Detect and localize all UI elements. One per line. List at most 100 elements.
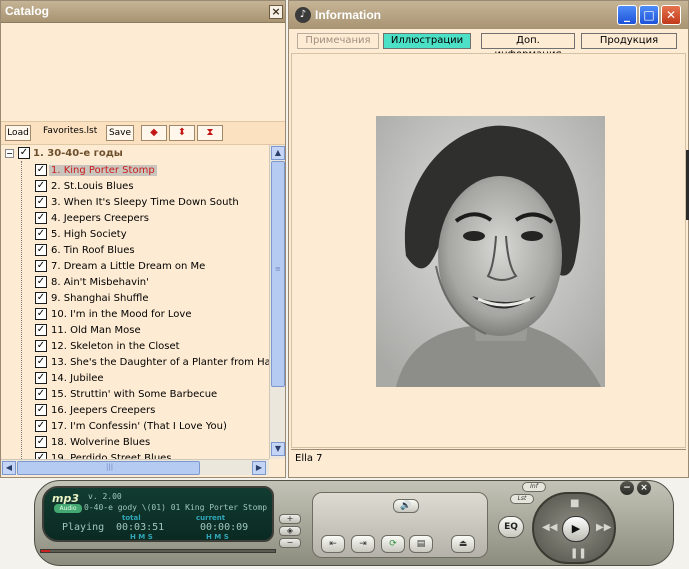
playlist-item[interactable]: ✓ 5. High Society <box>35 227 129 243</box>
current-time: 00:00:09 <box>200 522 249 533</box>
checkbox-icon[interactable]: ✓ <box>35 164 47 176</box>
playlist-item[interactable]: ✓ 8. Ain't Misbehavin' <box>35 275 151 291</box>
checkbox-icon[interactable]: ✓ <box>35 324 47 336</box>
player-minimize-icon[interactable]: − <box>620 481 634 495</box>
prev-icon[interactable]: ⇤ <box>321 535 345 553</box>
horizontal-scrollbar[interactable]: ◀ ||| ▶ <box>1 459 269 475</box>
checkbox-icon[interactable]: ✓ <box>35 452 47 459</box>
inf-button[interactable]: Inf <box>522 482 546 492</box>
eq-button[interactable]: EQ <box>498 516 524 538</box>
move-vertical-icon[interactable]: ⬍ <box>169 125 195 141</box>
checkbox-icon[interactable]: ✓ <box>35 420 47 432</box>
checkbox-icon[interactable]: ✓ <box>35 260 47 272</box>
scroll-up-icon[interactable]: ▲ <box>271 146 285 160</box>
playlist-item[interactable]: ✓ 18. Wolverine Blues <box>35 435 152 451</box>
playlist-item[interactable]: ✓ 6. Tin Roof Blues <box>35 243 137 259</box>
playlist-item[interactable]: ✓ 16. Jeepers Creepers <box>35 403 157 419</box>
info-tabs: Примечания Иллюстрации Доп. информация П… <box>295 33 684 60</box>
checkbox-icon[interactable]: ✓ <box>35 228 47 240</box>
save-button[interactable]: Save <box>106 125 134 141</box>
checkbox-icon[interactable]: ✓ <box>35 436 47 448</box>
playlist-item-label: 14. Jubilee <box>51 373 104 384</box>
tab-illustrations[interactable]: Иллюстрации <box>383 33 471 49</box>
speaker-icon[interactable]: 🔊 <box>393 499 419 513</box>
transport-dial: ■ ◀◀ ▶▶ ❚❚ ▶ <box>532 492 616 564</box>
repeat-icon[interactable]: ⟳ <box>381 535 405 553</box>
playlist-item[interactable]: ✓ 17. I'm Confessin' (That I Love You) <box>35 419 229 435</box>
rewind-icon[interactable]: ◀◀ <box>542 522 557 533</box>
total-time: 00:03:51 <box>116 522 165 533</box>
playlist-item[interactable]: ✓ 2. St.Louis Blues <box>35 179 136 195</box>
tab-products[interactable]: Продукция <box>581 33 677 49</box>
playlist-item[interactable]: ✓ 12. Skeleton in the Closet <box>35 339 182 355</box>
checkbox-icon[interactable]: ✓ <box>18 147 30 159</box>
volume-down-icon[interactable]: − <box>279 538 301 548</box>
total-hms: H M S <box>130 533 153 541</box>
vertical-scrollbar[interactable]: ▲ ≡ ▼ <box>269 145 285 459</box>
catalog-titlebar[interactable]: Catalog × <box>1 1 285 23</box>
volume-up-icon[interactable]: + <box>279 514 301 524</box>
tab-notes[interactable]: Примечания <box>297 33 379 49</box>
scroll-left-icon[interactable]: ◀ <box>2 461 16 475</box>
seek-bar[interactable] <box>40 549 276 553</box>
total-label: total <box>122 514 141 522</box>
checkbox-icon[interactable]: ✓ <box>35 308 47 320</box>
checkbox-icon[interactable]: ✓ <box>35 340 47 352</box>
checkbox-icon[interactable]: ✓ <box>35 196 47 208</box>
playlist-item-label: 6. Tin Roof Blues <box>51 245 135 256</box>
playlist-item[interactable]: ✓ 1. King Porter Stomp <box>35 163 157 179</box>
minimize-icon[interactable]: _ <box>617 5 637 25</box>
collapse-icon[interactable]: ⧗ <box>197 125 223 141</box>
scroll-right-icon[interactable]: ▶ <box>252 461 266 475</box>
track-title: 0-40-e gody \(01) 01 King Porter Stomp <box>84 503 268 512</box>
control-panel: 🔊 ⇤ ⇥ ⟳ ▤ ⏏ <box>312 492 488 558</box>
play-icon[interactable]: ▶ <box>562 516 590 542</box>
playlist-item-label: 12. Skeleton in the Closet <box>51 341 180 352</box>
checkbox-icon[interactable]: ✓ <box>35 388 47 400</box>
tab-extra-info[interactable]: Доп. информация <box>481 33 575 60</box>
playlist-item[interactable]: ✓ 9. Shanghai Shuffle <box>35 291 151 307</box>
forward-icon[interactable]: ▶▶ <box>596 522 611 533</box>
lst-button[interactable]: Lst <box>510 494 534 504</box>
checkbox-icon[interactable]: ✓ <box>35 372 47 384</box>
playlist-item-label: 15. Struttin' with Some Barbecue <box>51 389 218 400</box>
playlist-item-label: 7. Dream a Little Dream on Me <box>51 261 206 272</box>
playlist-item[interactable]: ✓ 10. I'm in the Mood for Love <box>35 307 194 323</box>
portrait-illustration <box>376 116 605 387</box>
tree-root-node[interactable]: − ✓ 1. 30-40-е годы <box>5 147 123 163</box>
load-button[interactable]: Load <box>5 125 31 141</box>
checkbox-icon[interactable]: ✓ <box>35 244 47 256</box>
balance-icon[interactable]: ◈ <box>279 526 301 536</box>
scroll-down-icon[interactable]: ▼ <box>271 442 285 456</box>
close-icon[interactable]: × <box>269 5 283 19</box>
playlist-item[interactable]: ✓ 3. When It's Sleepy Time Down South <box>35 195 241 211</box>
playlist-item[interactable]: ✓ 11. Old Man Mose <box>35 323 143 339</box>
playlist-item[interactable]: ✓ 7. Dream a Little Dream on Me <box>35 259 207 275</box>
next-icon[interactable]: ⇥ <box>351 535 375 553</box>
checkbox-icon[interactable]: ✓ <box>35 276 47 288</box>
seek-bar-fill <box>41 550 51 552</box>
catalog-toolbar: Load Favorites.lst Save ◆ ⬍ ⧗ <box>1 121 285 145</box>
info-titlebar[interactable]: ♪ Information _ □ ✕ <box>289 1 688 29</box>
checkbox-icon[interactable]: ✓ <box>35 212 47 224</box>
checkbox-icon[interactable]: ✓ <box>35 292 47 304</box>
playlist-item[interactable]: ✓ 4. Jeepers Creepers <box>35 211 151 227</box>
playlist-item[interactable]: ✓ 19. Perdido Street Blues <box>35 451 174 459</box>
playlist-icon[interactable]: ▤ <box>409 535 433 553</box>
checkbox-icon[interactable]: ✓ <box>35 356 47 368</box>
close-icon[interactable]: ✕ <box>661 5 681 25</box>
pause-icon[interactable]: ❚❚ <box>570 548 587 559</box>
playlist-item[interactable]: ✓ 13. She's the Daughter of a Planter fro… <box>35 355 269 371</box>
playlist-item[interactable]: ✓ 14. Jubilee <box>35 371 106 387</box>
checkbox-icon[interactable]: ✓ <box>35 404 47 416</box>
move-both-icon[interactable]: ◆ <box>141 125 167 141</box>
scroll-thumb[interactable] <box>271 161 285 387</box>
catalog-header-area <box>1 23 285 121</box>
collapse-minus-icon[interactable]: − <box>5 148 14 158</box>
eject-icon[interactable]: ⏏ <box>451 535 475 553</box>
checkbox-icon[interactable]: ✓ <box>35 180 47 192</box>
playlist-item[interactable]: ✓ 15. Struttin' with Some Barbecue <box>35 387 219 403</box>
player-close-icon[interactable]: × <box>637 481 651 495</box>
stop-icon[interactable]: ■ <box>570 498 579 509</box>
maximize-icon[interactable]: □ <box>639 5 659 25</box>
